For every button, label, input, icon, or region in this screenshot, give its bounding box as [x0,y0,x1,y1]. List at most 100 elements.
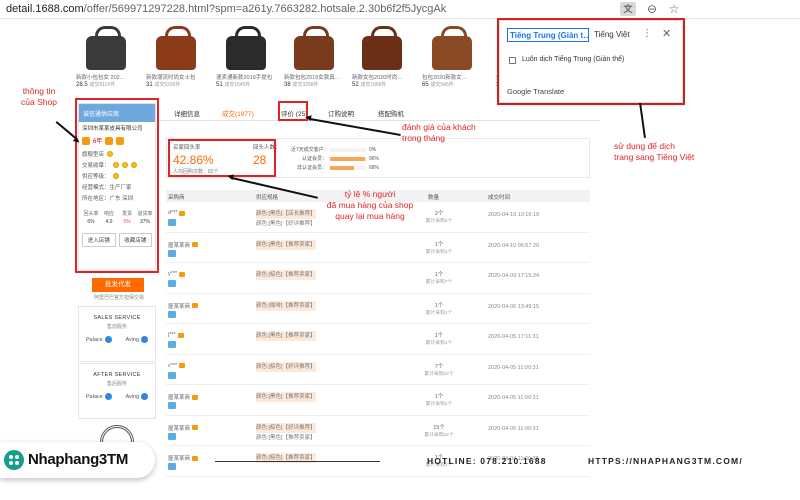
product-card[interactable]: 速卖通新款2019手提包 51 成交1545件 [216,22,276,94]
table-body: d*** 颜色:[黑色]【店长推荐】 颜色:[黑色]【好评推荐】 2个 累计采购2个 20… [166,202,590,477]
col-buyer: 采购商 [168,195,185,201]
arrow-shop [55,121,77,140]
close-icon[interactable]: ✕ [662,27,671,40]
target-language-tab[interactable]: Tiếng Việt [594,30,630,39]
product-image[interactable] [216,22,276,70]
product-image[interactable] [422,22,482,70]
url-text[interactable]: detail.1688.com/offer/569971297228.html?… [6,3,446,15]
tab-order-info[interactable]: 订购说明 [328,108,354,118]
product-title[interactable]: 新款女包2020时尚… [352,73,412,81]
product-price: 38 [284,82,291,88]
buyer-level-icon [192,303,199,308]
qty-value: 1个 [434,394,444,400]
table-row: y*** 颜色:[棕色]【推荐卖家】 1个 累计采购7个 2020-04-09 17:1… [166,263,590,294]
contact-name: Aving [125,336,140,343]
wholesale-button[interactable]: 批发代发 [92,278,144,292]
buyer-cell: j*** [168,332,184,338]
breakdown-pct: 68% [369,164,380,171]
product-title[interactable]: 包包2020新款女… [422,73,482,81]
qty-total: 累计采购1个 [425,310,453,316]
translate-icon[interactable]: 文 [620,2,636,16]
shop-info-highlight [75,98,159,273]
service-title: SALES SERVICE [93,315,141,321]
zoom-icon[interactable]: ⊖ [644,2,660,16]
handbag-icon [86,26,126,70]
contact-aving[interactable]: Aving [125,393,149,400]
shop-info-note: thông tin của Shop [21,86,57,107]
product-title[interactable]: 新款潮流时尚女士包 [146,73,206,81]
product-image[interactable] [146,22,206,70]
table-row: j*** 颜色:[黑色]【推荐卖家】 1个 累计采购1个 2020-04-05 17:1… [166,324,590,355]
product-card[interactable]: 新款潮流时尚女士包 31 成交5295件 [146,22,206,94]
reviews-note: đánh giá của khách trong tháng [402,122,476,143]
product-title[interactable]: 速卖通新款2019手提包 [216,73,276,81]
vip-icon [168,463,176,470]
repeat-rate-highlight [168,139,276,177]
product-title[interactable]: 新款包包2019女款真… [284,73,344,81]
always-translate-checkbox[interactable] [509,57,516,64]
product-image[interactable] [352,22,412,70]
buyer-cell: 屋某某商 [168,454,199,462]
contact-palace[interactable]: Palace [86,393,112,400]
address-bar[interactable]: detail.1688.com/offer/569971297228.html?… [0,0,800,19]
product-image[interactable] [284,22,344,70]
product-sold: 成交545件 [430,82,454,88]
buyer-cell: y*** [168,271,186,277]
handbag-icon [294,26,334,70]
google-translate-brand: Google Translate [507,87,565,96]
breakdown-track [330,147,366,152]
product-image[interactable] [76,22,136,70]
product-sold: 成交5295件 [154,82,181,88]
product-card[interactable]: 新款女包2020时尚… 52 成交1868件 [352,22,412,94]
spec-line: 颜色:[黑色]【好评推荐】 [256,221,316,227]
buyer-level-icon [192,242,199,247]
tab-bundle[interactable]: 搭配购机 [378,108,404,118]
spec-cell: 颜色:[棕色]【好评推荐】 [256,361,316,372]
buyer-breakdown: 近7天成交客户： 0% 认证会员： 96% 非认证会员： 68% [291,145,441,172]
table-row: 屋某某商 颜色:[黑色]【推荐卖家】 1个 累计采购1个 2020-04-10 06:5… [166,233,590,263]
star-icon[interactable]: ☆ [666,2,682,16]
service-subtitle: 售前服务 [106,324,127,330]
more-vert-icon[interactable]: ⋮ [642,28,652,39]
breakdown-label: 认证会员： [301,156,327,162]
contact-palace[interactable]: Palace [86,336,112,343]
product-price-row: 28.5 成交8115件 [76,81,136,88]
qty-cell: 15个 累计采购22个 [424,424,454,440]
product-title[interactable]: 新款小包包女 202… [76,73,136,81]
buyer-cell: c*** [168,363,186,369]
wholesale-subtext: 阿里巴巴官方担保交易 [93,295,144,301]
spec-cell: 颜色:[棕色]【好评推荐】 颜色:[黑色]【推荐卖家】 [256,422,316,443]
contact-name: Palace [85,336,103,343]
qty-total: 累计采购1个 [425,249,453,255]
handbag-icon [362,26,402,70]
breakdown-pct: 96% [369,155,380,162]
product-price: 65 [422,82,429,88]
product-card[interactable]: 新款小包包女 202… 28.5 成交8115件 [76,22,136,94]
product-sold: 成交3268件 [292,82,319,88]
tab-details[interactable]: 详细信息 [174,108,200,118]
breakdown-row: 认证会员： 96% [291,154,441,163]
url-path: /offer/569971297228.html?spm=a261y.76632… [83,3,447,15]
product-price-row: 52 成交1868件 [352,81,412,88]
service-contacts: Palace Aving [79,393,155,400]
product-card[interactable]: 包包2020新款女… 65 成交545件 [422,22,482,94]
qty-total: 累计采购7个 [425,280,453,285]
breakdown-fill [330,156,365,161]
contact-aving[interactable]: Aving [125,336,149,343]
qty-cell: 1个 累计采购2个 [424,393,454,409]
time-cell: 2020-04-09 17:15:24 [488,273,540,279]
qty-value: 7个 [434,363,444,370]
buyer-cell: 屋某某商 [168,424,199,432]
chat-icon [104,393,112,400]
source-language-tab[interactable]: Tiếng Trung (Giản t… [507,28,589,42]
tab-transactions[interactable]: 成交(1977) [222,108,254,118]
product-card[interactable]: 新款包包2019女款真… 38 成交3268件 [284,22,344,94]
breakdown-label: 非认证会员： [296,165,327,171]
spec-cell: 颜色:[黑色]【推荐卖家】 [256,392,316,402]
chat-icon [141,336,149,343]
vip-icon [168,249,176,257]
spec-cell: 颜色:[黑色]【店长推荐】颜色:[黑色]【好评推荐】 [256,209,316,229]
sales-service-box: SALES SERVICE 售前服务 Palace Aving [78,306,156,362]
spec-line: 颜色:[黑色]【推荐卖家】 [256,331,316,341]
spec-line: 颜色:[黑色]【店长推荐】 [256,209,316,219]
